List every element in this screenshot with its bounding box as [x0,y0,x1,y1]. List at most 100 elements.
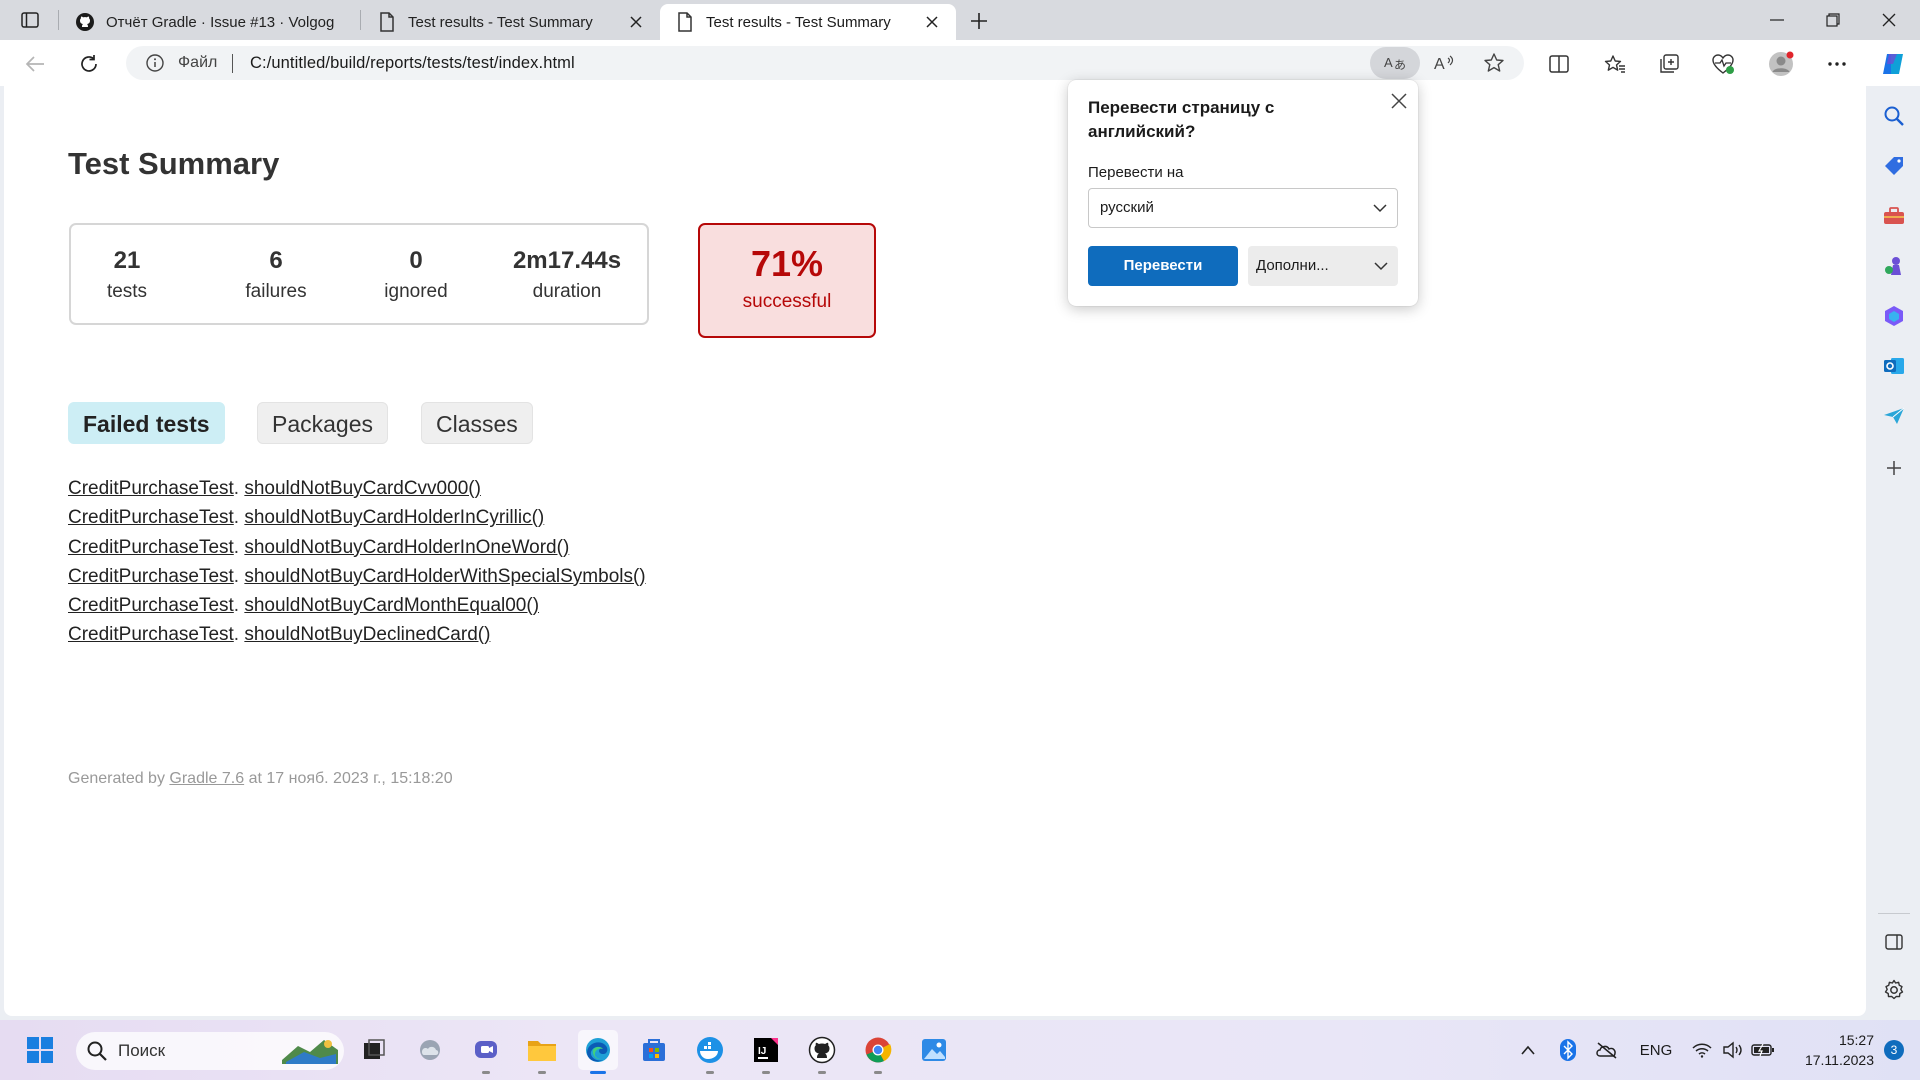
running-indicator [706,1071,714,1074]
translate-popup: Перевести страницу с английский? Перевес… [1068,80,1418,306]
test-method-link[interactable]: shouldNotBuyCardHolderWithSpecialSymbols… [244,566,645,587]
back-arrow-icon [25,56,44,72]
test-class-link[interactable]: CreditPurchaseTest [68,595,234,616]
read-aloud-button[interactable]: A [1428,47,1460,79]
test-class-link[interactable]: CreditPurchaseTest [68,507,234,528]
new-tab-button[interactable] [964,6,994,36]
taskbar-store[interactable] [634,1030,674,1070]
close-window-button[interactable] [1864,0,1914,40]
input-language[interactable]: ENG [1638,1030,1674,1070]
running-indicator [538,1071,546,1074]
taskbar-chrome[interactable] [858,1030,898,1074]
photos-icon [922,1039,946,1061]
duration-counter: 2m17.44s duration [505,245,629,307]
info-icon[interactable] [146,54,164,72]
sidebar-toggle-icon [1885,934,1903,950]
start-button[interactable] [20,1030,60,1070]
back-button[interactable] [18,47,52,81]
hide-sidebar-button[interactable] [1878,926,1910,958]
close-tab-icon[interactable] [626,12,646,32]
sidebar-add-button[interactable] [1878,452,1910,484]
sidebar-search-button[interactable] [1878,100,1910,132]
tab-failed-tests[interactable]: Failed tests [68,402,225,444]
failures-label: failures [245,281,307,302]
wifi-tray[interactable] [1690,1030,1714,1070]
summary-box: 21 tests 6 failures 0 ignored 2m17.44s d… [69,223,649,325]
test-method-link[interactable]: shouldNotBuyDeclinedCard() [244,624,490,645]
page-title: Test Summary [68,146,280,181]
battery-tray[interactable] [1750,1030,1776,1070]
more-options-label: Дополни... [1256,257,1329,274]
sidebar-office-button[interactable] [1878,300,1910,332]
sidebar-games-button[interactable] [1878,250,1910,282]
minimize-button[interactable] [1752,0,1802,40]
sidebar-shopping-button[interactable] [1878,150,1910,182]
favorite-button[interactable] [1478,47,1510,79]
ignored-count: 0 [409,247,423,274]
tab-gradle-issue[interactable]: Отчёт Gradle · Issue #13 · Volgog [60,4,358,40]
taskbar-photos[interactable] [914,1030,954,1070]
test-method-link[interactable]: shouldNotBuyCardMonthEqual00() [244,595,539,616]
tray-overflow-button[interactable] [1516,1030,1540,1070]
task-view-button[interactable] [354,1030,394,1070]
ignored-label: ignored [384,281,448,302]
onedrive-tray[interactable] [1592,1030,1622,1070]
translate-submit-button[interactable]: Перевести [1088,246,1238,286]
footer-prefix: Generated by [68,770,170,787]
taskbar-github-desktop[interactable] [802,1030,842,1074]
restore-button[interactable] [1808,0,1858,40]
sidebar-tools-button[interactable] [1878,200,1910,232]
taskbar-app-chat[interactable] [466,1030,506,1074]
github-icon [74,11,96,33]
address-bar[interactable]: Файл C:/untitled/build/reports/tests/tes… [126,46,1524,80]
test-class-link[interactable]: CreditPurchaseTest [68,537,234,558]
target-language-value: русский [1100,199,1154,216]
profile-button[interactable] [1764,47,1798,81]
copilot-button[interactable] [1876,47,1910,81]
failed-test-row: CreditPurchaseTest. shouldNotBuyCardHold… [68,565,646,587]
volume-tray[interactable] [1720,1030,1746,1070]
test-class-link[interactable]: CreditPurchaseTest [68,566,234,587]
tab-packages[interactable]: Packages [257,402,389,444]
gradle-link[interactable]: Gradle 7.6 [169,770,244,787]
settings-more-button[interactable] [1820,47,1854,81]
refresh-button[interactable] [72,47,106,81]
taskbar-docker[interactable] [690,1030,730,1074]
taskbar-intellij[interactable]: IJ [746,1030,786,1074]
ignored-counter: 0 ignored [371,245,461,307]
collections-button[interactable] [1652,47,1686,81]
bluetooth-tray[interactable] [1556,1030,1580,1070]
test-class-link[interactable]: CreditPurchaseTest [68,624,234,645]
tab-classes[interactable]: Classes [421,402,533,444]
more-options-button[interactable]: Дополни... [1248,246,1398,286]
browser-essentials-button[interactable] [1706,47,1740,81]
tab-test-results-active[interactable]: Test results - Test Summary [660,4,956,40]
speaker-icon [1723,1041,1742,1059]
favorites-button[interactable] [1598,47,1632,81]
close-tab-icon[interactable] [922,12,942,32]
translate-button[interactable]: Aあ [1370,47,1420,79]
taskbar-edge[interactable] [578,1030,618,1074]
taskbar-widgets[interactable] [410,1030,450,1070]
taskbar-search[interactable]: Поиск [76,1032,344,1070]
minimize-icon [1770,19,1784,21]
tab-actions-button[interactable] [12,4,48,36]
test-method-link[interactable]: shouldNotBuyCardHolderInOneWord() [244,537,569,558]
system-clock[interactable]: 15:27 17.11.2023 [1782,1030,1874,1070]
sidebar-drop-button[interactable] [1878,400,1910,432]
footer-suffix: at 17 нояб. 2023 г., 15:18:20 [244,770,453,787]
popup-close-button[interactable] [1386,88,1412,114]
taskbar-file-explorer[interactable] [522,1030,562,1074]
refresh-icon [81,55,97,72]
target-language-select[interactable]: русский [1088,188,1398,228]
test-method-link[interactable]: shouldNotBuyCardHolderInCyrillic() [244,507,544,528]
url-text[interactable]: C:/untitled/build/reports/tests/test/ind… [250,54,575,73]
battery-charging-icon [1751,1043,1774,1057]
split-screen-button[interactable] [1542,47,1576,81]
sidebar-outlook-button[interactable] [1878,350,1910,382]
tab-test-results-1[interactable]: Test results - Test Summary [362,4,660,40]
sidebar-settings-button[interactable] [1878,974,1910,1006]
notification-badge[interactable]: 3 [1884,1040,1904,1060]
test-method-link[interactable]: shouldNotBuyCardCvv000() [244,478,481,499]
test-class-link[interactable]: CreditPurchaseTest [68,478,234,499]
